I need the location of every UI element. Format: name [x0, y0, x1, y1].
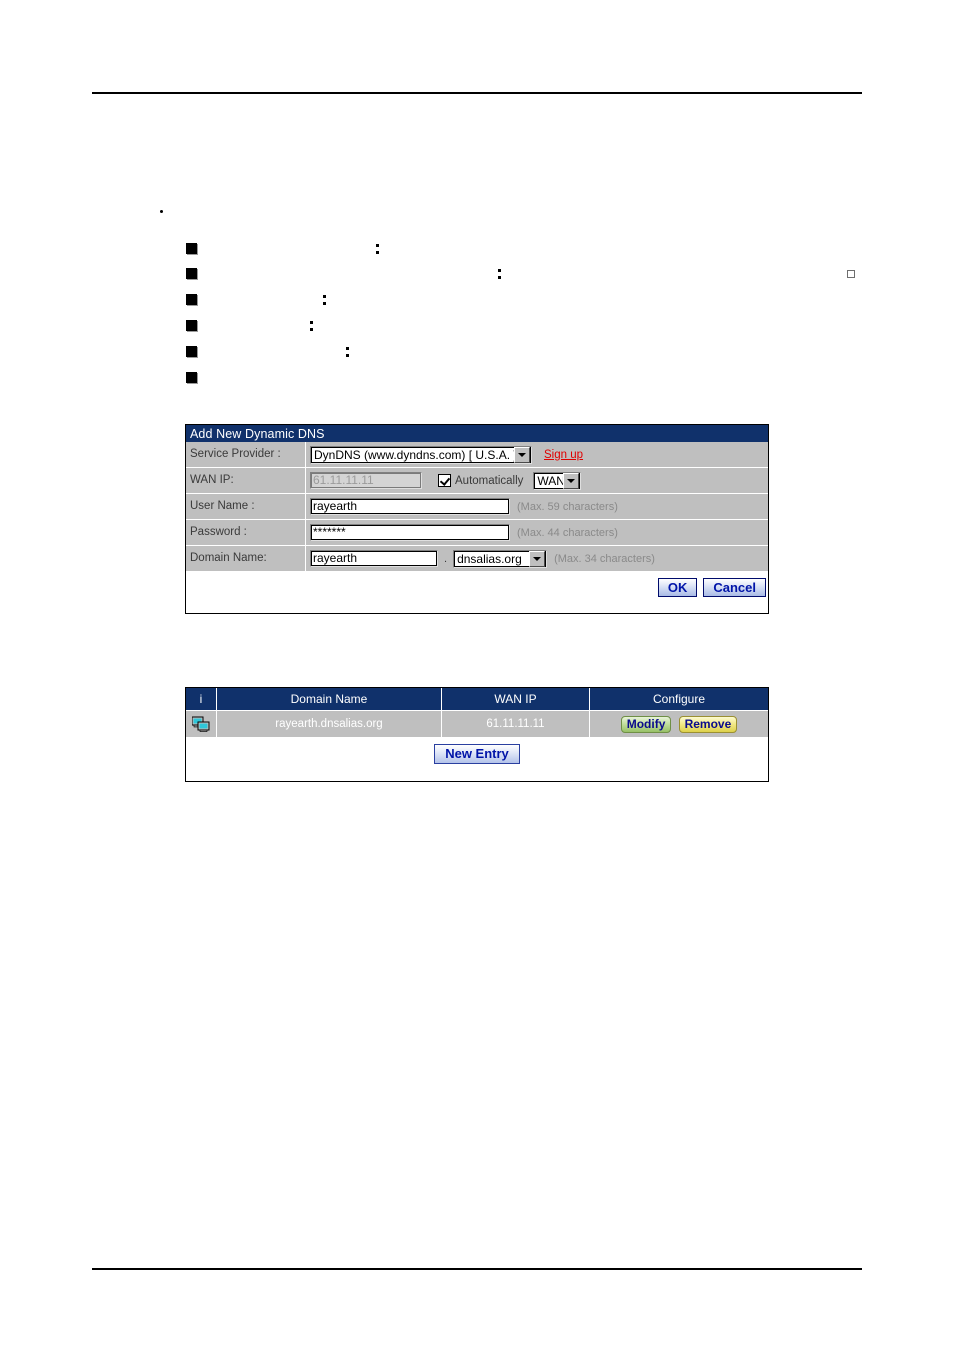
domain-name-hint: (Max. 34 characters) — [554, 552, 655, 565]
cancel-button[interactable]: Cancel — [703, 578, 766, 597]
outline-item-5 — [186, 342, 349, 362]
domain-name-label: Domain Name: — [186, 546, 306, 571]
colon-mark — [346, 354, 349, 357]
column-header-domain-name: Domain Name — [216, 688, 442, 711]
wan-ip-input[interactable]: 61.11.11.11 — [310, 472, 422, 489]
dot-bullet-icon — [160, 210, 163, 213]
header-rule — [92, 92, 862, 94]
outline-item-6 — [186, 368, 208, 388]
footer-rule — [92, 1268, 862, 1270]
colon-mark — [376, 244, 379, 247]
outline-item-2 — [186, 264, 855, 284]
square-bullet-icon — [186, 294, 197, 305]
column-header-configure: Configure — [589, 688, 768, 711]
network-computer-icon[interactable] — [191, 716, 210, 732]
new-entry-button[interactable]: New Entry — [434, 744, 520, 764]
colon-mark — [310, 321, 313, 324]
user-name-hint: (Max. 59 characters) — [517, 500, 618, 513]
domain-name-input[interactable]: rayearth — [310, 550, 438, 567]
chevron-down-icon[interactable] — [514, 446, 530, 463]
user-name-label: User Name : — [186, 494, 306, 519]
new-entry-bar: New Entry — [186, 737, 768, 771]
service-provider-select[interactable]: DynDNS (www.dyndns.com) [ U.S.A. ] — [310, 445, 532, 464]
column-header-wan-ip: WAN IP — [441, 688, 590, 711]
colon-mark — [498, 276, 501, 279]
square-bullet-icon — [186, 268, 197, 279]
colon-mark — [498, 269, 501, 272]
missing-glyph-box-icon — [847, 270, 855, 278]
square-bullet-icon — [186, 346, 197, 357]
outline-item-3 — [186, 290, 326, 310]
wan-interface-select[interactable]: WAN — [533, 471, 582, 490]
password-input[interactable]: ******* — [310, 524, 510, 541]
column-header-info: i — [186, 688, 217, 711]
colon-mark — [376, 251, 379, 254]
automatically-checkbox[interactable] — [438, 474, 451, 487]
password-value: ******* (Max. 44 characters) — [306, 520, 768, 545]
domain-separator: . — [444, 552, 448, 565]
colon-mark — [346, 347, 349, 350]
add-new-dynamic-dns-panel: Add New Dynamic DNS Service Provider : D… — [185, 424, 769, 614]
row-configure-cell: Modify Remove — [589, 710, 768, 737]
dialog-button-bar: OK Cancel — [186, 572, 768, 603]
colon-mark — [323, 295, 326, 298]
wan-ip-label: WAN IP: — [186, 468, 306, 493]
table-header-row: i Domain Name WAN IP Configure — [186, 688, 768, 711]
service-provider-selected: DynDNS (www.dyndns.com) [ U.S.A. ] — [314, 447, 514, 462]
remove-button[interactable]: Remove — [678, 715, 738, 733]
square-bullet-icon — [186, 372, 197, 383]
service-provider-value: DynDNS (www.dyndns.com) [ U.S.A. ] Sign … — [306, 442, 768, 467]
form-row-domain-name: Domain Name: rayearth . dnsalias.org (Ma… — [186, 546, 768, 572]
outline-lead-bullet — [160, 202, 174, 222]
outline-item-1 — [186, 239, 379, 259]
form-row-user-name: User Name : rayearth (Max. 59 characters… — [186, 494, 768, 520]
chevron-down-icon[interactable] — [529, 550, 546, 567]
colon-mark — [310, 328, 313, 331]
outline-item-4 — [186, 316, 313, 336]
service-provider-label: Service Provider : — [186, 442, 306, 467]
user-name-input[interactable]: rayearth — [310, 498, 510, 515]
automatically-label: Automatically — [455, 474, 524, 487]
colon-mark — [323, 302, 326, 305]
password-hint: (Max. 44 characters) — [517, 526, 618, 539]
chevron-down-icon[interactable] — [563, 472, 580, 489]
user-name-value: rayearth (Max. 59 characters) — [306, 494, 768, 519]
sign-up-link[interactable]: Sign up — [536, 449, 583, 461]
row-domain-name: rayearth.dnsalias.org — [216, 710, 442, 737]
dynamic-dns-list-panel: i Domain Name WAN IP Configure rayearth.… — [185, 687, 769, 782]
domain-name-value: rayearth . dnsalias.org (Max. 34 charact… — [306, 546, 768, 571]
form-row-wan-ip: WAN IP: 61.11.11.11 Automatically WAN — [186, 468, 768, 494]
wan-ip-value: 61.11.11.11 Automatically WAN — [306, 468, 768, 493]
square-bullet-icon — [186, 320, 197, 331]
wan-interface-selected: WAN — [537, 473, 564, 488]
modify-button[interactable]: Modify — [620, 715, 672, 733]
row-info-cell — [186, 710, 217, 737]
domain-suffix-selected: dnsalias.org — [457, 551, 522, 566]
password-label: Password : — [186, 520, 306, 545]
ok-button[interactable]: OK — [657, 578, 698, 597]
row-wan-ip: 61.11.11.11 — [441, 710, 590, 737]
square-bullet-icon — [186, 243, 197, 254]
domain-suffix-select[interactable]: dnsalias.org — [453, 549, 548, 568]
panel-title: Add New Dynamic DNS — [186, 425, 768, 442]
form-row-service-provider: Service Provider : DynDNS (www.dyndns.co… — [186, 442, 768, 468]
table-row: rayearth.dnsalias.org 61.11.11.11 Modify… — [186, 710, 768, 737]
form-row-password: Password : ******* (Max. 44 characters) — [186, 520, 768, 546]
dynamic-dns-table: i Domain Name WAN IP Configure rayearth.… — [186, 688, 768, 737]
